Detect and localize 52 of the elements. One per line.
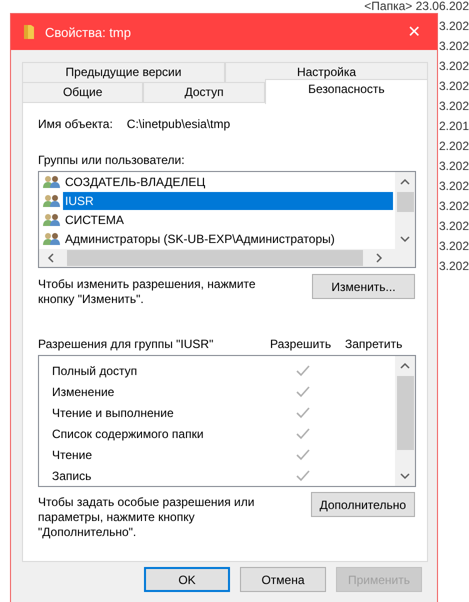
dialog-button[interactable]: Отмена: [240, 567, 326, 592]
horizontal-scrollbar[interactable]: [39, 249, 415, 267]
object-name-label: Имя объекта:: [38, 117, 113, 131]
permission-name: Полный доступ: [51, 364, 138, 378]
tab[interactable]: Общие: [22, 82, 144, 102]
group-item[interactable]: СИСТЕМА: [63, 210, 393, 228]
users-icon: [43, 194, 61, 208]
users-icon: [43, 212, 61, 226]
tab[interactable]: Предыдущие версии: [22, 62, 225, 82]
window-title: Свойства: tmp: [45, 24, 132, 40]
permission-name: Чтение и выполнение: [51, 406, 175, 420]
object-path: C:\inetpub\esia\tmp: [126, 117, 230, 131]
advanced-hint-text: Чтобы задать особые разрешения или параметры, нажмите кнопку "Дополнительно".: [38, 495, 256, 540]
permission-name: Чтение: [51, 448, 94, 462]
group-item[interactable]: Администраторы (SK-UB-EXP\Администраторы): [63, 230, 393, 248]
groups-label: Группы или пользователи:: [38, 153, 186, 167]
file-list-text: 3.202: [438, 259, 469, 275]
advanced-button[interactable]: Дополнительно: [310, 492, 415, 517]
group-item[interactable]: СОЗДАТЕЛЬ-ВЛАДЕЛЕЦ: [63, 172, 393, 190]
change-hint-text: Чтобы изменить разрешения, нажмите кнопку "Изменить".: [38, 277, 257, 307]
permissions-label: Разрешения для группы "IUSR": [38, 337, 214, 351]
deny-header: Запретить: [345, 337, 402, 351]
file-list-text: 3.202: [438, 219, 469, 235]
allow-header: Разрешить: [270, 337, 332, 351]
file-list-text: <Папка> 23.06.202: [364, 0, 469, 15]
vertical-scrollbar[interactable]: [395, 172, 415, 249]
vertical-scrollbar[interactable]: [395, 356, 415, 486]
users-icon: [43, 174, 61, 188]
folder-icon: [23, 24, 35, 40]
scroll-thumb[interactable]: [396, 192, 414, 212]
file-list-text: 3.202: [438, 79, 469, 95]
file-list-text: 3.202: [438, 239, 469, 255]
scroll-thumb[interactable]: [67, 250, 363, 266]
permission-name: Запись: [51, 468, 92, 482]
scroll-thumb[interactable]: [396, 376, 414, 450]
file-list-text: 3.202: [438, 19, 469, 35]
file-list-text: 2.202: [438, 139, 469, 155]
file-list-text: 3.202: [438, 199, 469, 215]
tab[interactable]: Безопасность: [264, 79, 428, 104]
file-list-text: 3.202: [438, 39, 469, 55]
file-list-text: 3.202: [438, 99, 469, 115]
file-list-text: 3.202: [438, 59, 469, 75]
permission-name: Изменение: [51, 384, 116, 398]
group-item[interactable]: IUSR: [63, 192, 393, 210]
file-list-text: 3.202: [438, 179, 469, 195]
file-list-text: 2.201: [438, 119, 469, 135]
users-icon: [43, 232, 61, 246]
tab[interactable]: Доступ: [143, 82, 265, 102]
file-list-text: 3.202: [438, 159, 469, 175]
dialog-button[interactable]: OK: [144, 567, 230, 592]
permission-name: Список содержимого папки: [51, 426, 205, 440]
change-button[interactable]: Изменить...: [312, 274, 415, 299]
